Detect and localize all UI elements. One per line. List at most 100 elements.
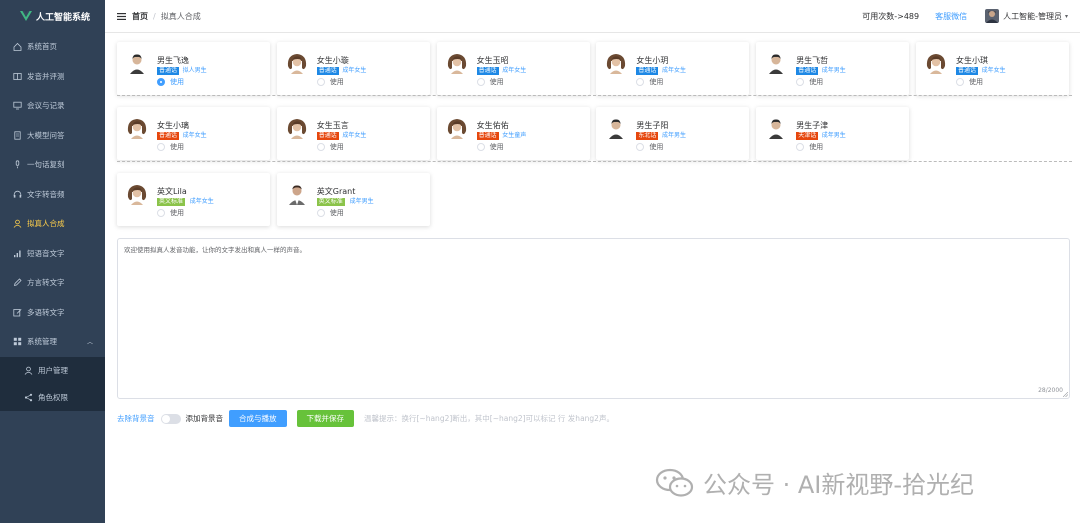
user-icon bbox=[13, 219, 22, 229]
voice-avatar bbox=[606, 117, 626, 139]
chevron-up-icon[interactable]: ︿ bbox=[87, 337, 93, 346]
sidebar-item-10[interactable]: 系统管理 ︿ bbox=[0, 327, 105, 357]
voice-card[interactable]: 女生小璃 普通话 成年女生 使用 bbox=[117, 107, 270, 160]
sidebar-item-6[interactable]: 拟真人合成 bbox=[0, 209, 105, 239]
sidebar-item-1[interactable]: 发音并评测 bbox=[0, 62, 105, 92]
use-label[interactable]: 使用 bbox=[490, 78, 504, 86]
synthesize-play-button[interactable]: 合成与播放 bbox=[229, 410, 287, 427]
dialect-tag: 英文标准 bbox=[157, 198, 186, 206]
voice-avatar bbox=[766, 117, 786, 139]
use-radio[interactable] bbox=[796, 143, 805, 151]
use-radio[interactable] bbox=[157, 209, 165, 217]
voice-name: 男生飞逸 bbox=[157, 56, 189, 65]
dialect-tag: 普通话 bbox=[476, 67, 499, 75]
dialect-tag: 普通话 bbox=[316, 67, 339, 75]
voice-description: 成年女生 bbox=[502, 67, 527, 74]
sidebar: 人工智能系统 系统首页 发音并评测会议与记录大模型问答 一句话复刻文字转音频拟真人合… bbox=[0, 0, 105, 523]
background-sound-toggle[interactable] bbox=[160, 413, 181, 424]
use-label[interactable]: 使用 bbox=[969, 78, 983, 86]
use-label[interactable]: 使用 bbox=[809, 143, 823, 151]
use-radio[interactable] bbox=[796, 78, 805, 86]
sidebar-subitem-0[interactable]: 用户管理 bbox=[0, 356, 105, 384]
service-wechat-link[interactable]: 客服微信 bbox=[935, 11, 967, 22]
sidebar-item-label: 会议与记录 bbox=[27, 101, 65, 111]
sidebar-subitem-label: 角色权限 bbox=[38, 392, 68, 402]
voice-card[interactable]: 男生飞逸 普通话 拟人男生 使用 bbox=[117, 42, 270, 95]
voice-card[interactable]: 男生子津 天津话 成年男生 使用 bbox=[756, 107, 910, 160]
dialect-tag: 普通话 bbox=[476, 132, 499, 140]
voice-avatar bbox=[127, 183, 147, 205]
use-radio[interactable] bbox=[476, 143, 485, 151]
use-radio[interactable] bbox=[636, 78, 645, 86]
sidebar-item-0[interactable]: 系统首页 bbox=[0, 32, 105, 62]
vue-logo-icon bbox=[20, 11, 32, 21]
dialect-tag: 普通话 bbox=[636, 67, 659, 75]
tip-text: 温馨提示：换行[~hang2]断出，其中[~hang2]可以标记 行 发hang… bbox=[364, 414, 614, 423]
breadcrumb-home[interactable]: 首页 bbox=[132, 11, 148, 22]
download-save-button[interactable]: 下载并保存 bbox=[296, 410, 354, 427]
hamburger-icon[interactable] bbox=[117, 12, 126, 20]
voice-name: 男生子津 bbox=[796, 121, 829, 130]
use-label[interactable]: 使用 bbox=[330, 209, 344, 217]
add-background-label: 添加背景音 bbox=[185, 414, 224, 423]
app-logo[interactable]: 人工智能系统 bbox=[0, 0, 105, 32]
use-label[interactable]: 使用 bbox=[170, 209, 184, 217]
sidebar-subitem-1[interactable]: 角色权限 bbox=[0, 383, 105, 411]
use-label[interactable]: 使用 bbox=[330, 143, 344, 151]
remove-background-link[interactable]: 去除背景音 bbox=[117, 413, 155, 424]
voice-description: 拟人男生 bbox=[182, 67, 207, 74]
controls-bar: 去除背景音 添加背景音 合成与播放 下载并保存 温馨提示：换行[~hang2]断… bbox=[117, 410, 614, 427]
use-radio[interactable] bbox=[316, 78, 325, 86]
avatar[interactable] bbox=[985, 9, 1000, 23]
sidebar-item-9[interactable]: 多语转文字 bbox=[0, 298, 105, 328]
header-right: 可用次数->489 客服微信 人工智能-管理员 ▾ bbox=[862, 9, 1068, 23]
voice-name: 女生小琪 bbox=[956, 56, 988, 65]
watermark-text: 公众号 · AI新视野-拾光纪 bbox=[703, 471, 975, 499]
voice-card[interactable]: 女生小琪 普通话 成年女生 使用 bbox=[916, 42, 1069, 95]
sidebar-item-5[interactable]: 文字转音频 bbox=[0, 180, 105, 210]
use-label[interactable]: 使用 bbox=[490, 143, 504, 151]
caret-down-icon[interactable]: ▾ bbox=[1065, 13, 1068, 20]
use-label[interactable]: 使用 bbox=[649, 78, 663, 86]
use-label[interactable]: 使用 bbox=[809, 78, 823, 86]
use-radio[interactable] bbox=[636, 143, 645, 151]
home-icon bbox=[13, 43, 22, 52]
voice-avatar bbox=[926, 52, 946, 74]
sidebar-item-label: 方言转文字 bbox=[27, 278, 65, 288]
voice-card[interactable]: 男生子阳 东北话 成年男生 使用 bbox=[596, 107, 750, 160]
voice-card[interactable]: 女生玉言 普通话 成年女生 使用 bbox=[276, 107, 430, 160]
user-name[interactable]: 人工智能-管理员 bbox=[1003, 11, 1062, 22]
voice-card[interactable]: 女生佑佑 普通话 女生童声 使用 bbox=[436, 107, 590, 160]
resize-handle-icon[interactable] bbox=[1063, 392, 1068, 397]
sidebar-item-7[interactable]: 短语音文字 bbox=[0, 239, 105, 269]
use-label[interactable]: 使用 bbox=[170, 143, 184, 151]
text-input[interactable]: 欢迎使用拟真人发音功能，让你的文字发出和真人一样的声音。 28/2000 bbox=[117, 238, 1070, 399]
use-label[interactable]: 使用 bbox=[170, 78, 184, 86]
voice-card[interactable]: 男生飞哲 普通话 成年男生 使用 bbox=[756, 42, 910, 95]
voice-card[interactable]: 女生小璇 普通话 成年女生 使用 bbox=[276, 42, 430, 95]
wechat-icon bbox=[655, 468, 694, 497]
book-icon bbox=[13, 72, 22, 80]
voice-description: 成年女生 bbox=[661, 67, 686, 74]
sidebar-item-label: 多语转文字 bbox=[27, 307, 65, 317]
sidebar-item-3[interactable]: 大模型问答 bbox=[0, 121, 105, 151]
use-radio[interactable] bbox=[956, 78, 964, 86]
use-radio[interactable] bbox=[476, 78, 485, 86]
use-radio[interactable] bbox=[316, 209, 325, 217]
voice-card[interactable]: 女生玉昭 普通话 成年女生 使用 bbox=[436, 42, 590, 95]
use-radio[interactable] bbox=[157, 143, 165, 151]
sidebar-item-label: 文字转音频 bbox=[27, 189, 65, 199]
pen-icon bbox=[13, 278, 22, 287]
voice-card[interactable]: 女生小玥 普通话 成年女生 使用 bbox=[596, 42, 750, 95]
voice-description: 成年男生 bbox=[661, 132, 686, 139]
voice-card[interactable]: 英文Grant 英文标准 成年男生 使用 bbox=[276, 173, 430, 226]
voice-card[interactable]: 英文Lila 英文标准 成年女生 使用 bbox=[117, 173, 270, 226]
use-label[interactable]: 使用 bbox=[649, 143, 663, 151]
use-radio[interactable] bbox=[157, 78, 165, 86]
sidebar-item-8[interactable]: 方言转文字 bbox=[0, 268, 105, 298]
use-label[interactable]: 使用 bbox=[330, 78, 344, 86]
sidebar-item-4[interactable]: 一句话复刻 bbox=[0, 150, 105, 180]
voice-description: 成年女生 bbox=[342, 132, 367, 139]
sidebar-item-2[interactable]: 会议与记录 bbox=[0, 91, 105, 121]
use-radio[interactable] bbox=[316, 143, 325, 151]
